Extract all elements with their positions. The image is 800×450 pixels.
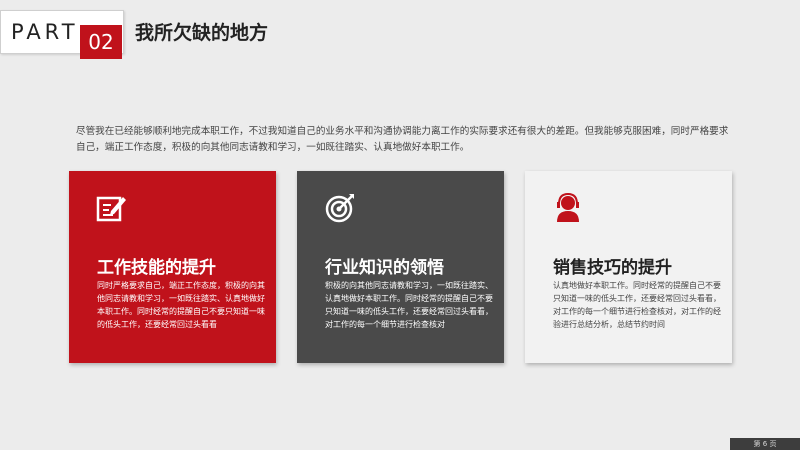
card-text: 同时严格要求自己，端正工作态度，积极的向其他同志请教和学习，一如既往踏实、认真地… <box>97 281 265 329</box>
card-title: 工作技能的提升 <box>97 258 216 278</box>
target-icon <box>323 191 357 225</box>
card-text: 认真地做好本职工作。同时经常的提醒自己不要只知道一味的低头工作，还要经常回过头看… <box>553 281 721 329</box>
card-sales-skills: 销售技巧的提升 认真地做好本职工作。同时经常的提醒自己不要只知道一味的低头工作，… <box>525 171 732 363</box>
user-headset-icon <box>551 191 585 225</box>
card-work-skills: 工作技能的提升 同时严格要求自己，端正工作态度，积极的向其他同志请教和学习，一如… <box>69 171 276 363</box>
part-number: 02 <box>80 25 122 59</box>
card-title: 行业知识的领悟 <box>325 258 444 278</box>
page-number: 第 6 页 <box>730 438 800 450</box>
intro-paragraph: 尽管我在已经能够顺利地完成本职工作，不过我知道自己的业务水平和沟通协调能力离工作… <box>76 126 729 153</box>
part-label: PART <box>11 20 79 44</box>
part-badge: PART 02 <box>0 10 124 59</box>
edit-note-icon <box>95 191 129 225</box>
card-title: 销售技巧的提升 <box>553 258 672 278</box>
card-industry-knowledge: 行业知识的领悟 积极的向其他同志请教和学习，一如既往踏实、认真地做好本职工作。同… <box>297 171 504 363</box>
page-title: 我所欠缺的地方 <box>135 22 269 44</box>
card-text: 积极的向其他同志请教和学习，一如既往踏实、认真地做好本职工作。同时经常的提醒自己… <box>325 281 493 329</box>
